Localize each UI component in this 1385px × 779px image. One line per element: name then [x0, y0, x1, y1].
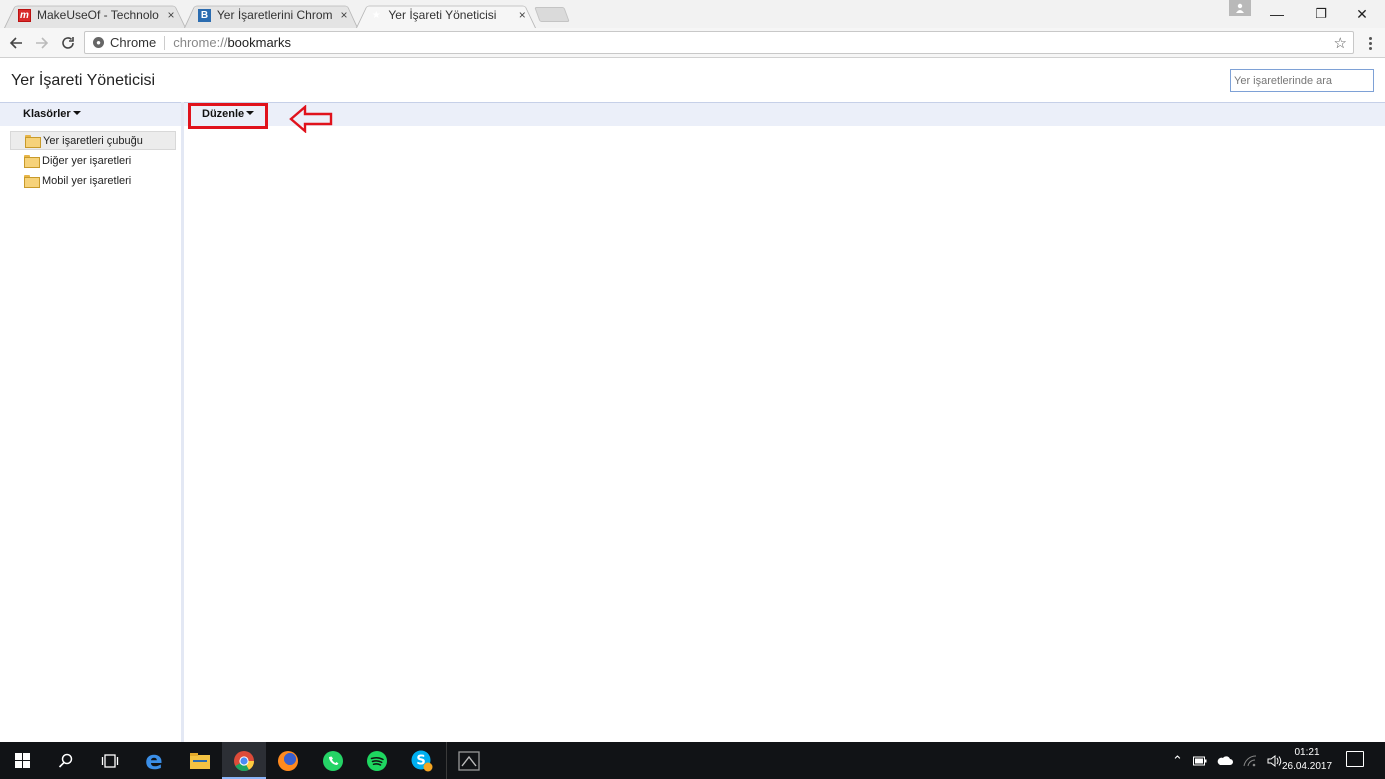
folder-mobile-bookmarks[interactable]: Mobil yer işaretleri — [10, 171, 176, 190]
chrome-menu-icon[interactable] — [1362, 32, 1378, 54]
windows-start-icon[interactable] — [0, 742, 44, 779]
folder-icon — [25, 135, 41, 148]
url-prefix: chrome:// — [173, 35, 228, 50]
close-icon[interactable]: × — [165, 8, 177, 22]
task-view-icon[interactable] — [88, 742, 132, 779]
chrome-page-icon: ● — [93, 37, 104, 48]
edge-icon[interactable]: e — [132, 742, 176, 779]
firefox-icon[interactable] — [266, 742, 310, 779]
folders-menu-label: Klasörler — [23, 108, 71, 120]
folders-bar: Klasörler — [0, 102, 181, 126]
taskbar-clock[interactable]: 01:21 26.04.2017 — [1279, 746, 1335, 774]
skype-icon[interactable]: S — [400, 742, 444, 779]
browser-toolbar: ● Chrome chrome://bookmarks ☆ — [0, 28, 1385, 58]
notification-center-icon[interactable] — [1346, 751, 1364, 767]
close-icon[interactable]: × — [517, 8, 528, 22]
scheme-label: Chrome — [110, 35, 157, 50]
whatsapp-icon[interactable] — [311, 742, 355, 779]
folder-label: Yer işaretleri çubuğu — [43, 134, 143, 147]
tab-title: Yer İşaretlerini Chrome'dan — [216, 8, 333, 22]
omnibox-separator — [164, 35, 166, 50]
app-icon[interactable] — [446, 742, 490, 779]
chrome-icon[interactable] — [222, 742, 266, 779]
new-tab-button[interactable] — [534, 7, 570, 22]
caret-down-icon — [72, 111, 81, 115]
minimize-button[interactable]: — — [1255, 0, 1299, 28]
address-bar[interactable]: ● Chrome chrome://bookmarks ☆ — [84, 31, 1354, 54]
chevron-up-icon[interactable]: ⌃ — [1172, 753, 1183, 769]
folder-bookmarks-bar[interactable]: Yer işaretleri çubuğu — [10, 131, 176, 150]
folder-label: Diğer yer işaretleri — [42, 154, 132, 167]
folder-other-bookmarks[interactable]: Diğer yer işaretleri — [10, 151, 176, 170]
file-explorer-icon[interactable] — [178, 742, 222, 779]
page-title: Yer İşareti Yöneticisi — [11, 72, 156, 89]
tab-bookmark-article[interactable]: B Yer İşaretlerini Chrome'dan × — [184, 2, 358, 28]
tab-title: Yer İşareti Yöneticisi — [388, 8, 497, 22]
url-host: bookmarks — [227, 35, 292, 50]
bookmark-star-icon[interactable]: ☆ — [1334, 34, 1347, 52]
b-icon: B — [198, 8, 211, 22]
tab-makeuseof[interactable]: m MakeUseOf - Technology, × — [4, 2, 186, 28]
reload-button[interactable] — [57, 32, 79, 54]
folder-label: Mobil yer işaretleri — [42, 174, 132, 187]
makeuseof-icon: m — [18, 8, 31, 22]
battery-icon[interactable] — [1192, 756, 1207, 766]
highlight-box — [188, 103, 268, 129]
tab-bookmark-manager[interactable]: ★ Yer İşareti Yöneticisi × — [356, 2, 536, 28]
tab-title: MakeUseOf - Technology, — [37, 8, 159, 22]
reload-icon — [62, 37, 74, 49]
close-window-button[interactable]: ✕ — [1340, 0, 1384, 28]
search-icon[interactable] — [44, 742, 88, 779]
back-arrow-icon — [9, 37, 22, 49]
bookmark-search-input[interactable] — [1230, 69, 1374, 92]
close-icon[interactable]: × — [338, 8, 350, 22]
restore-button[interactable]: ❐ — [1299, 0, 1343, 28]
folders-menu-button[interactable]: Klasörler — [23, 108, 81, 120]
star-icon: ★ — [371, 9, 381, 21]
tab-strip: m MakeUseOf - Technology, × B Yer İşaret… — [0, 0, 1385, 28]
spotify-icon[interactable] — [355, 742, 399, 779]
organize-bar: Düzenle — [184, 102, 1385, 126]
pane-divider[interactable] — [181, 102, 184, 742]
clock-time: 01:21 — [1294, 747, 1320, 758]
forward-button[interactable] — [31, 32, 53, 54]
back-button[interactable] — [5, 32, 27, 54]
left-arrow-annotation-icon — [289, 105, 333, 133]
profile-icon[interactable] — [1229, 0, 1251, 16]
system-tray: ⌃ — [1172, 742, 1283, 779]
onedrive-cloud-icon[interactable] — [1217, 755, 1233, 766]
forward-arrow-icon — [36, 37, 49, 49]
folder-tree: Yer işaretleri çubuğu Diğer yer işaretle… — [10, 131, 176, 191]
folder-icon — [24, 155, 40, 168]
folder-icon — [24, 175, 40, 188]
clock-date: 26.04.2017 — [1281, 761, 1333, 772]
wifi-icon[interactable] — [1243, 754, 1257, 767]
windows-taskbar: e S ⌃ 01:21 26.04.2017 — [0, 742, 1385, 779]
